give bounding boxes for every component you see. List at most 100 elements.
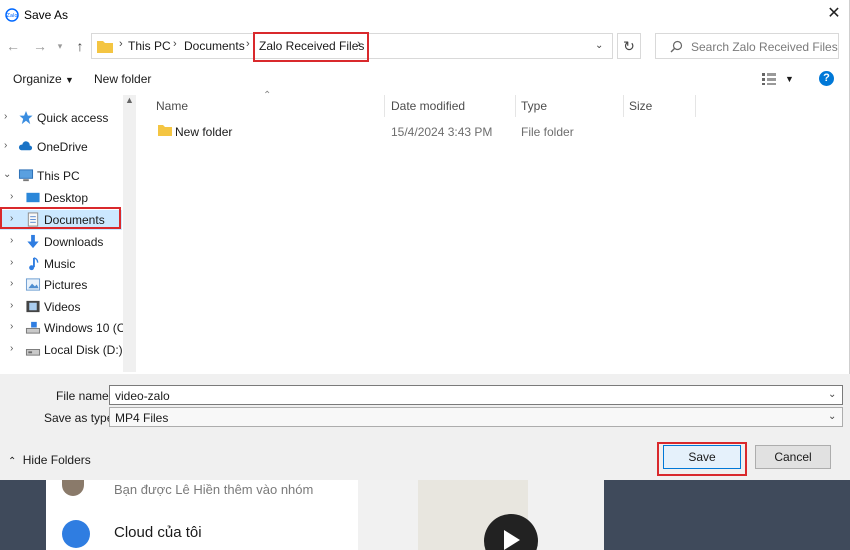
organize-label: Organize — [13, 72, 62, 86]
hide-folders-label: Hide Folders — [22, 453, 91, 467]
chevron-right-icon[interactable]: › — [10, 343, 13, 354]
refresh-icon[interactable]: ↻ — [617, 33, 641, 59]
title-bar: Zalo Save As ✕ — [0, 0, 850, 30]
sidebar-item-music[interactable]: › Music — [0, 254, 122, 274]
chevron-up-icon: ⌃ — [8, 456, 17, 467]
sidebar-item-desktop[interactable]: › Desktop — [0, 188, 122, 208]
star-icon — [19, 110, 33, 125]
breadcrumb-separator[interactable]: › — [173, 38, 177, 50]
cloud-avatar-icon[interactable] — [62, 520, 90, 548]
avatar — [62, 480, 84, 496]
table-row[interactable]: New folder 15/4/2024 3:43 PM File folder — [137, 119, 697, 141]
chevron-right-icon[interactable]: › — [10, 300, 13, 311]
column-divider[interactable] — [384, 95, 385, 117]
file-name-label: File name: — [56, 389, 113, 403]
sidebar-item-drive-c[interactable]: › Windows 10 (C:) — [0, 318, 133, 338]
background-video-preview — [358, 480, 604, 550]
file-list: ⌃ Name Date modified Type Size New folde… — [137, 90, 850, 372]
column-divider[interactable] — [695, 95, 696, 117]
column-divider[interactable] — [623, 95, 624, 117]
breadcrumb-separator[interactable]: › — [246, 38, 250, 50]
hide-folders-button[interactable]: ⌃ Hide Folders — [8, 453, 91, 467]
chevron-down-icon[interactable]: ▼ — [785, 74, 794, 84]
sidebar-item-this-pc[interactable]: ⌄ This PC — [0, 166, 122, 186]
toolbar: Organize ▼ New folder ▼ ? — [0, 64, 850, 94]
chevron-right-icon[interactable]: › — [10, 191, 13, 202]
chevron-right-icon[interactable]: › — [10, 257, 13, 268]
chevron-down-icon[interactable]: ⌄ — [3, 169, 11, 180]
nav-pane-scrollbar[interactable]: ▲ — [123, 95, 136, 372]
cloud-icon — [18, 141, 33, 151]
dialog-title: Save As — [24, 8, 69, 22]
pictures-icon — [25, 278, 41, 291]
sidebar-item-label: Downloads — [44, 235, 104, 249]
close-icon[interactable]: ✕ — [823, 4, 845, 24]
sidebar-item-quick-access[interactable]: › Quick access — [0, 108, 122, 128]
sidebar-item-label: Desktop — [44, 191, 89, 205]
file-type: File folder — [521, 125, 574, 139]
search-field[interactable]: Search Zalo Received Files — [655, 33, 839, 59]
chevron-down-icon: ▼ — [65, 75, 74, 85]
file-name-value: video-zalo — [115, 389, 170, 403]
organize-button[interactable]: Organize ▼ — [13, 72, 74, 86]
column-date-modified[interactable]: Date modified — [391, 99, 465, 113]
chevron-right-icon[interactable]: › — [10, 278, 13, 289]
chevron-right-icon[interactable]: › — [10, 235, 13, 246]
chevron-down-icon[interactable]: ⌄ — [828, 389, 836, 400]
help-icon[interactable]: ? — [819, 71, 834, 86]
chevron-down-icon[interactable]: ⌄ — [595, 40, 603, 51]
sidebar-item-downloads[interactable]: › Downloads — [0, 232, 122, 252]
drive-icon — [25, 321, 41, 334]
view-options-icon[interactable] — [762, 73, 776, 85]
file-name: New folder — [175, 125, 233, 139]
svg-text:Zalo: Zalo — [7, 13, 18, 19]
sidebar-item-drive-d[interactable]: › Local Disk (D:) — [0, 340, 123, 360]
scroll-up-icon[interactable]: ▲ — [125, 95, 134, 105]
column-divider[interactable] — [515, 95, 516, 117]
file-date: 15/4/2024 3:43 PM — [391, 125, 493, 139]
save-type-label: Save as type: — [44, 411, 117, 425]
save-type-select[interactable]: MP4 Files ⌄ — [109, 407, 843, 427]
drive-icon — [25, 349, 41, 356]
chevron-right-icon[interactable]: › — [4, 111, 7, 122]
play-triangle-icon — [504, 530, 520, 550]
column-size[interactable]: Size — [629, 99, 652, 113]
cloud-label[interactable]: Cloud của tôi — [114, 524, 202, 541]
breadcrumb-documents[interactable]: Documents — [184, 39, 245, 53]
column-type[interactable]: Type — [521, 99, 547, 113]
sidebar-item-pictures[interactable]: › Pictures — [0, 275, 122, 295]
column-name[interactable]: Name — [156, 99, 188, 113]
highlight-documents — [0, 207, 121, 229]
sidebar-item-label: Quick access — [37, 111, 109, 125]
sidebar-item-label: Music — [44, 257, 76, 271]
chevron-down-icon[interactable]: ⌄ — [828, 411, 836, 422]
chevron-right-icon[interactable]: › — [10, 321, 13, 332]
videos-icon — [26, 300, 40, 313]
download-icon — [27, 234, 39, 249]
sidebar-item-label: Videos — [44, 300, 81, 314]
new-folder-button[interactable]: New folder — [94, 72, 151, 86]
search-placeholder: Search Zalo Received Files — [691, 40, 838, 54]
sidebar-item-label: OneDrive — [37, 140, 88, 154]
file-name-input[interactable]: video-zalo ⌄ — [109, 385, 843, 405]
background-chat-panel: Bạn được Lê Hiền thêm vào nhóm Cloud của… — [46, 480, 358, 550]
sidebar-item-label: Windows 10 (C:) — [44, 321, 133, 335]
recent-locations-icon[interactable]: ▾ — [51, 37, 69, 55]
sort-indicator-icon: ⌃ — [263, 90, 272, 101]
save-type-value: MP4 Files — [115, 411, 169, 425]
back-icon[interactable]: ← — [4, 37, 22, 55]
navigation-pane: › Quick access › OneDrive ⌄ This PC › De… — [0, 95, 136, 372]
folder-icon — [158, 125, 172, 136]
highlight-save-button — [657, 442, 747, 476]
forward-icon[interactable]: → — [31, 37, 49, 55]
breadcrumb-separator[interactable]: › — [119, 38, 123, 50]
folder-icon — [97, 41, 113, 53]
desktop-icon — [26, 192, 40, 203]
sidebar-item-videos[interactable]: › Videos — [0, 297, 122, 317]
up-icon[interactable]: ↑ — [71, 37, 89, 55]
highlight-current-folder — [253, 32, 369, 62]
chevron-right-icon[interactable]: › — [4, 140, 7, 151]
sidebar-item-onedrive[interactable]: › OneDrive — [0, 137, 122, 157]
breadcrumb-this-pc[interactable]: This PC — [128, 39, 171, 53]
cancel-button[interactable]: Cancel — [755, 445, 831, 469]
